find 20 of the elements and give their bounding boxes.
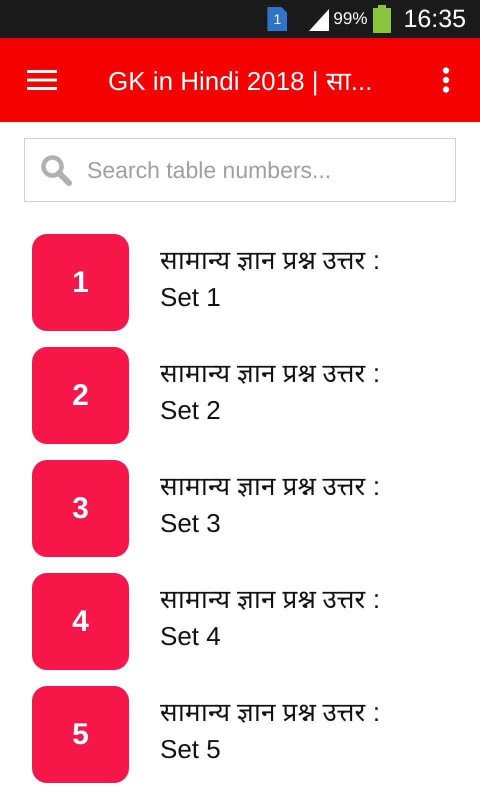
set-title[interactable]: सामान्य ज्ञान प्रश्न उत्तर : Set 2 — [160, 354, 405, 428]
search-icon — [40, 154, 72, 186]
number-tile[interactable]: 3 — [32, 460, 129, 557]
battery-icon — [373, 5, 392, 33]
clock: 16:35 — [403, 4, 466, 34]
set-title[interactable]: सामान्य ज्ञान प्रश्न उत्तर : Set 1 — [160, 242, 405, 316]
number-tile[interactable]: 2 — [32, 347, 129, 444]
number-tile[interactable]: 4 — [32, 573, 129, 670]
set-title[interactable]: सामान्य ज्ञान प्रश्न उत्तर : Set 3 — [160, 468, 405, 542]
number-tile[interactable]: 5 — [32, 686, 129, 783]
search-field[interactable]: Search table numbers... — [24, 138, 456, 202]
number-tile[interactable]: 1 — [32, 234, 129, 331]
signal-icon — [307, 7, 332, 31]
app-title: GK in Hindi 2018 | सा... — [108, 65, 372, 98]
battery-percent: 99% — [333, 9, 368, 29]
notification-icon: 1 — [267, 7, 288, 31]
more-options-icon[interactable] — [442, 67, 450, 93]
set-title[interactable]: सामान्य ज्ञान प्रश्न उत्तर : Set 5 — [160, 694, 405, 768]
set-title[interactable]: सामान्य ज्ञान प्रश्न उत्तर : Set 4 — [160, 580, 405, 654]
menu-icon[interactable] — [27, 69, 57, 91]
